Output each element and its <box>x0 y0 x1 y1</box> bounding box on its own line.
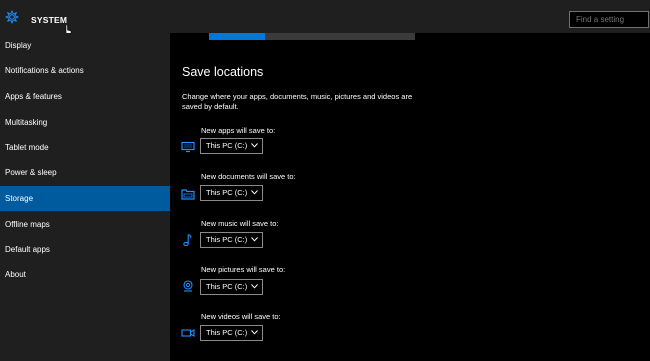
sidebar-item-offline-maps[interactable]: Offline maps <box>0 212 170 237</box>
chevron-down-icon <box>251 284 258 289</box>
pictures-location-value: This PC (C:) <box>206 282 248 291</box>
document-drive-icon <box>181 189 195 200</box>
sidebar-item-notifications[interactable]: Notifications & actions <box>0 58 170 83</box>
sidebar-item-about[interactable]: About <box>0 262 170 287</box>
chevron-down-icon <box>251 330 258 335</box>
documents-location-value: This PC (C:) <box>206 188 248 197</box>
pictures-location-dropdown[interactable]: This PC (C:) <box>200 279 263 295</box>
search-input[interactable] <box>569 11 649 28</box>
chevron-down-icon <box>251 143 258 148</box>
documents-location-dropdown[interactable]: This PC (C:) <box>200 185 263 201</box>
music-location-dropdown[interactable]: This PC (C:) <box>200 232 263 248</box>
videos-location-value: This PC (C:) <box>206 328 248 337</box>
storage-usage-bar-fill <box>209 33 265 40</box>
row-label-apps: New apps will save to: <box>201 126 276 135</box>
chevron-down-icon <box>251 190 258 195</box>
music-note-icon <box>183 234 192 246</box>
sidebar-item-tablet-mode[interactable]: Tablet mode <box>0 135 170 160</box>
sidebar-item-apps-features[interactable]: Apps & features <box>0 84 170 109</box>
row-label-music: New music will save to: <box>201 219 279 228</box>
sidebar-item-default-apps[interactable]: Default apps <box>0 237 170 262</box>
row-label-pictures: New pictures will save to: <box>201 265 286 274</box>
row-label-documents: New documents will save to: <box>201 172 296 181</box>
section-title: Save locations <box>182 65 264 79</box>
chevron-down-icon <box>251 237 258 242</box>
sidebar-item-power-sleep[interactable]: Power & sleep <box>0 160 170 185</box>
monitor-icon <box>181 141 195 153</box>
video-camera-icon <box>181 329 195 337</box>
title-bar: SYSTEM <box>0 0 650 39</box>
row-label-videos: New videos will save to: <box>201 312 281 321</box>
music-location-value: This PC (C:) <box>206 235 248 244</box>
apps-location-value: This PC (C:) <box>206 141 248 150</box>
sidebar-item-display[interactable]: Display <box>0 33 170 58</box>
videos-location-dropdown[interactable]: This PC (C:) <box>200 325 263 341</box>
section-description: Change where your apps, documents, music… <box>182 92 413 111</box>
sidebar-item-storage[interactable]: Storage <box>0 186 170 211</box>
gear-icon <box>5 10 19 24</box>
storage-usage-bar-track <box>265 33 415 40</box>
sidebar-item-multitasking[interactable]: Multitasking <box>0 110 170 135</box>
page-title: SYSTEM <box>31 15 68 25</box>
sidebar: Display Notifications & actions Apps & f… <box>0 33 170 361</box>
apps-location-dropdown[interactable]: This PC (C:) <box>200 138 263 154</box>
camera-icon <box>183 280 193 292</box>
